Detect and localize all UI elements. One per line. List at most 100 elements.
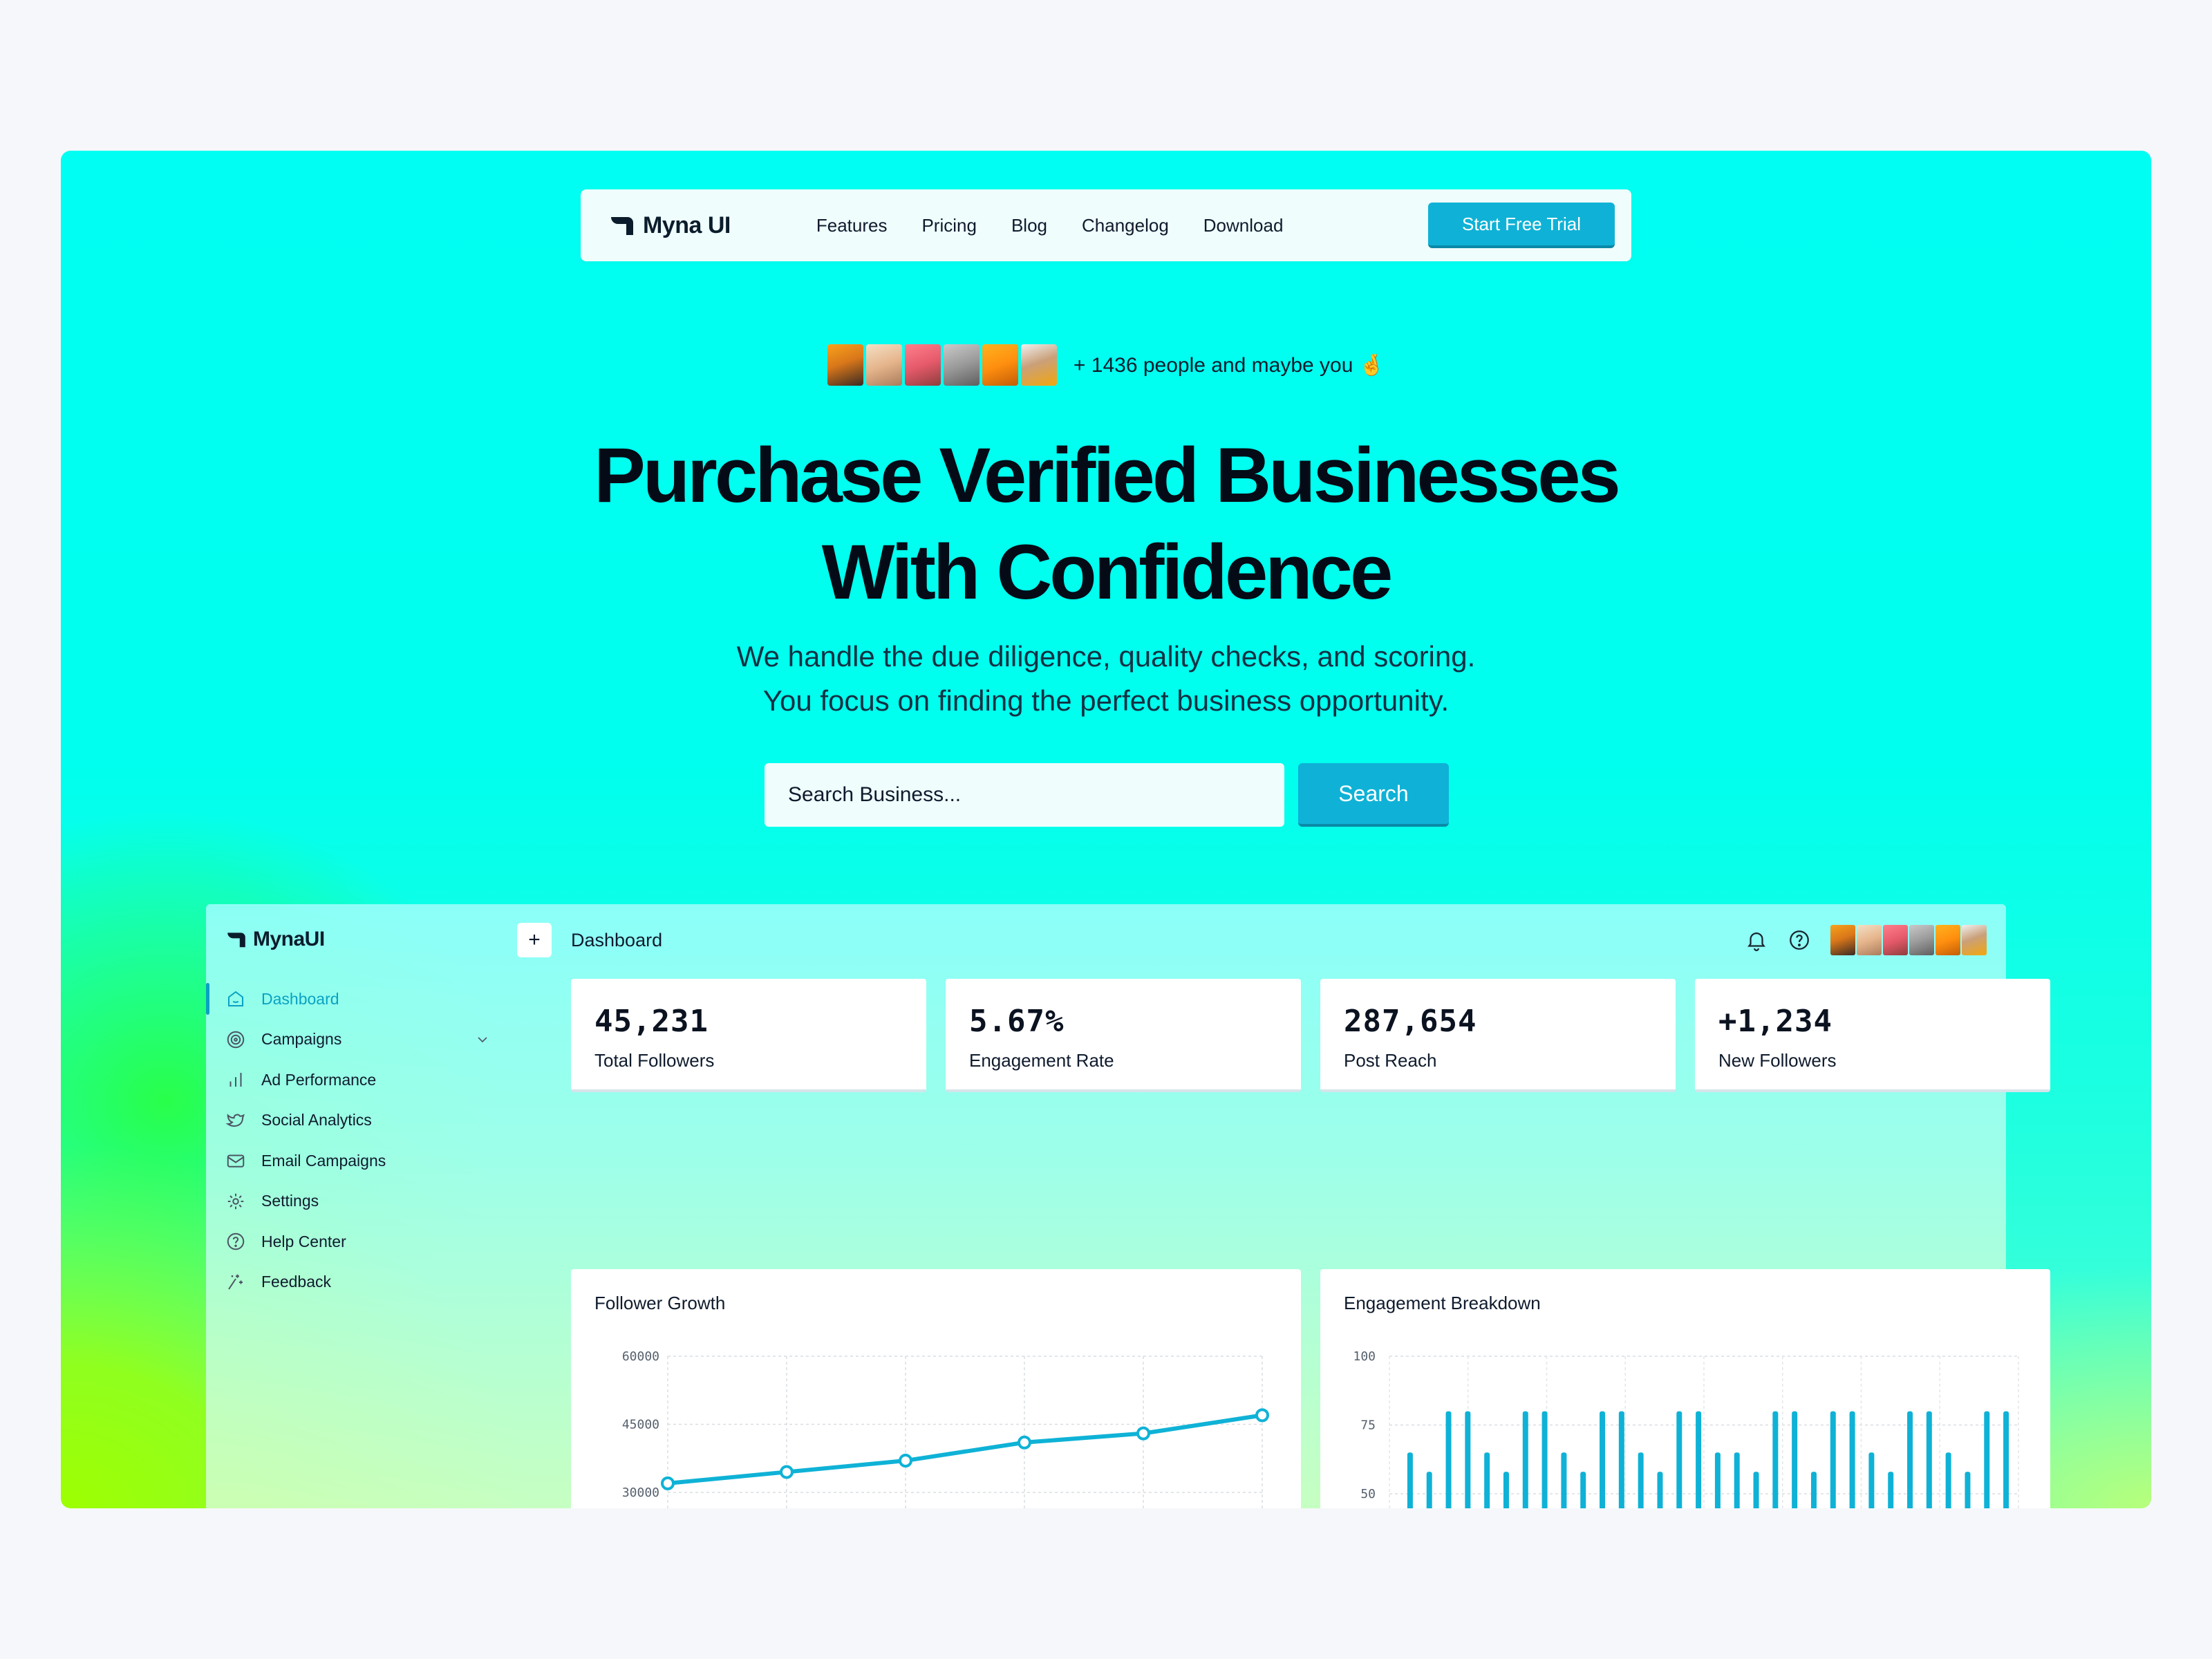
dashboard-brand-name: MynaUI [253, 928, 325, 950]
hero-subheadline: We handle the due diligence, quality che… [61, 635, 2151, 723]
myna-logo-icon [611, 217, 633, 235]
help-icon[interactable] [1788, 928, 1811, 952]
bar [1868, 1452, 1875, 1508]
add-button[interactable]: + [517, 923, 552, 957]
sidebar-item-campaigns[interactable]: Campaigns [206, 1020, 496, 1060]
bar [1657, 1472, 1663, 1508]
stat-label: Post Reach [1344, 1050, 1437, 1071]
hero-headline: Purchase Verified Businesses With Confid… [61, 427, 2151, 621]
bar-chart-icon [229, 1073, 242, 1087]
bar [1445, 1411, 1452, 1508]
sidebar-item-help-center[interactable]: Help Center [206, 1221, 496, 1262]
home-icon [228, 991, 243, 1007]
sidebar-item-label: Social Analytics [261, 1111, 372, 1130]
avatar [1883, 925, 1908, 955]
y-tick-label: 60000 [622, 1349, 659, 1364]
stat-value: 287,654 [1344, 1004, 1477, 1039]
stat-card-post-reach[interactable]: 287,654 Post Reach [1320, 979, 1676, 1092]
bar [1830, 1411, 1836, 1508]
target-icon [227, 1031, 245, 1048]
brand-logo[interactable]: Myna UI [608, 212, 731, 239]
bar [1888, 1472, 1894, 1508]
question-icon [227, 1233, 245, 1250]
bar [1465, 1411, 1471, 1508]
bar [1522, 1411, 1528, 1508]
bar [1638, 1452, 1644, 1508]
avatar-group [827, 344, 1057, 386]
bar [1753, 1472, 1759, 1508]
sidebar-item-dashboard[interactable]: Dashboard [206, 979, 496, 1020]
topbar-actions [1745, 925, 1987, 955]
nav-link-features[interactable]: Features [816, 215, 888, 236]
headline-line-1: Purchase Verified Businesses [594, 432, 1621, 518]
panel-title: Engagement Breakdown [1344, 1293, 1541, 1313]
bar [1600, 1411, 1606, 1508]
subheadline-line-1: We handle the due diligence, quality che… [736, 640, 1476, 673]
bar [1561, 1452, 1567, 1508]
myna-logo-icon [227, 932, 245, 948]
y-tick-label: 30000 [622, 1485, 659, 1500]
stat-card-total-followers[interactable]: 45,231 Total Followers [571, 979, 926, 1092]
dashboard-topbar: + Dashboard [517, 919, 1987, 961]
stat-card-new-followers[interactable]: +1,234 New Followers [1695, 979, 2050, 1092]
sidebar-item-email-campaigns[interactable]: Email Campaigns [206, 1141, 496, 1181]
stat-value: 5.67% [969, 1004, 1065, 1039]
stat-card-engagement-rate[interactable]: 5.67% Engagement Rate [946, 979, 1301, 1092]
sidebar-item-settings[interactable]: Settings [206, 1181, 496, 1222]
sidebar-item-label: Campaigns [261, 1030, 342, 1049]
envelope-icon [227, 1154, 245, 1168]
sidebar-item-label: Ad Performance [261, 1070, 377, 1089]
bell-icon[interactable] [1745, 928, 1768, 952]
nav-link-download[interactable]: Download [1203, 215, 1284, 236]
chevron-down-icon[interactable] [474, 1031, 491, 1048]
bar [1792, 1411, 1798, 1508]
nav-link-blog[interactable]: Blog [1011, 215, 1047, 236]
social-proof: + 1436 people and maybe you 🤞 [61, 344, 2151, 386]
bar [1849, 1411, 1855, 1508]
bar [1926, 1411, 1932, 1508]
avatar [982, 344, 1018, 386]
bar [1714, 1452, 1721, 1508]
stat-label: Total Followers [594, 1050, 715, 1071]
page-title: Dashboard [571, 929, 663, 950]
dashboard-brand[interactable]: MynaUI [225, 928, 325, 951]
stat-value: 45,231 [594, 1004, 709, 1039]
bar [1676, 1411, 1683, 1508]
start-free-trial-button[interactable]: Start Free Trial [1428, 203, 1615, 248]
bar [1907, 1411, 1913, 1508]
social-proof-text: + 1436 people and maybe you 🤞 [1073, 353, 1385, 377]
search-business-input[interactable] [765, 763, 1284, 827]
bar [1484, 1452, 1490, 1508]
nav-link-changelog[interactable]: Changelog [1082, 215, 1169, 236]
avatar [1830, 925, 1855, 955]
team-avatars[interactable] [1830, 925, 1987, 955]
avatar [1936, 925, 1960, 955]
top-navbar: Myna UI Features Pricing Blog Changelog … [581, 189, 1631, 261]
avatar [865, 344, 902, 386]
stat-label: Engagement Rate [969, 1050, 1114, 1071]
y-tick-label: 45000 [622, 1418, 659, 1432]
avatar [1020, 344, 1057, 386]
engagement-breakdown-panel: 0255075100 Engagement Breakdown [1320, 1269, 2050, 1508]
sidebar-item-social-analytics[interactable]: Social Analytics [206, 1100, 496, 1141]
bar [1772, 1411, 1779, 1508]
search-button[interactable]: Search [1298, 763, 1449, 827]
brand-name: Myna UI [643, 212, 731, 238]
headline-line-2: With Confidence [821, 529, 1394, 615]
avatar [827, 344, 863, 386]
sidebar-item-label: Help Center [261, 1232, 346, 1250]
data-point [780, 1465, 794, 1479]
bar [1541, 1411, 1548, 1508]
bar [1426, 1472, 1432, 1508]
dashboard-preview: MynaUI Dashboard Campaigns Ad Performanc… [206, 904, 2050, 1508]
nav-links: Features Pricing Blog Changelog Download [816, 215, 1284, 236]
subheadline-line-2: You focus on finding the perfect busines… [762, 684, 1450, 717]
gear-icon [227, 1193, 244, 1209]
sidebar-item-ad-performance[interactable]: Ad Performance [206, 1060, 496, 1100]
nav-link-pricing[interactable]: Pricing [921, 215, 976, 236]
sidebar-item-feedback[interactable]: Feedback [206, 1262, 496, 1303]
avatar [1909, 925, 1934, 955]
bar [1618, 1411, 1624, 1508]
panel-title: Follower Growth [594, 1293, 726, 1313]
series-line [667, 1413, 1263, 1485]
